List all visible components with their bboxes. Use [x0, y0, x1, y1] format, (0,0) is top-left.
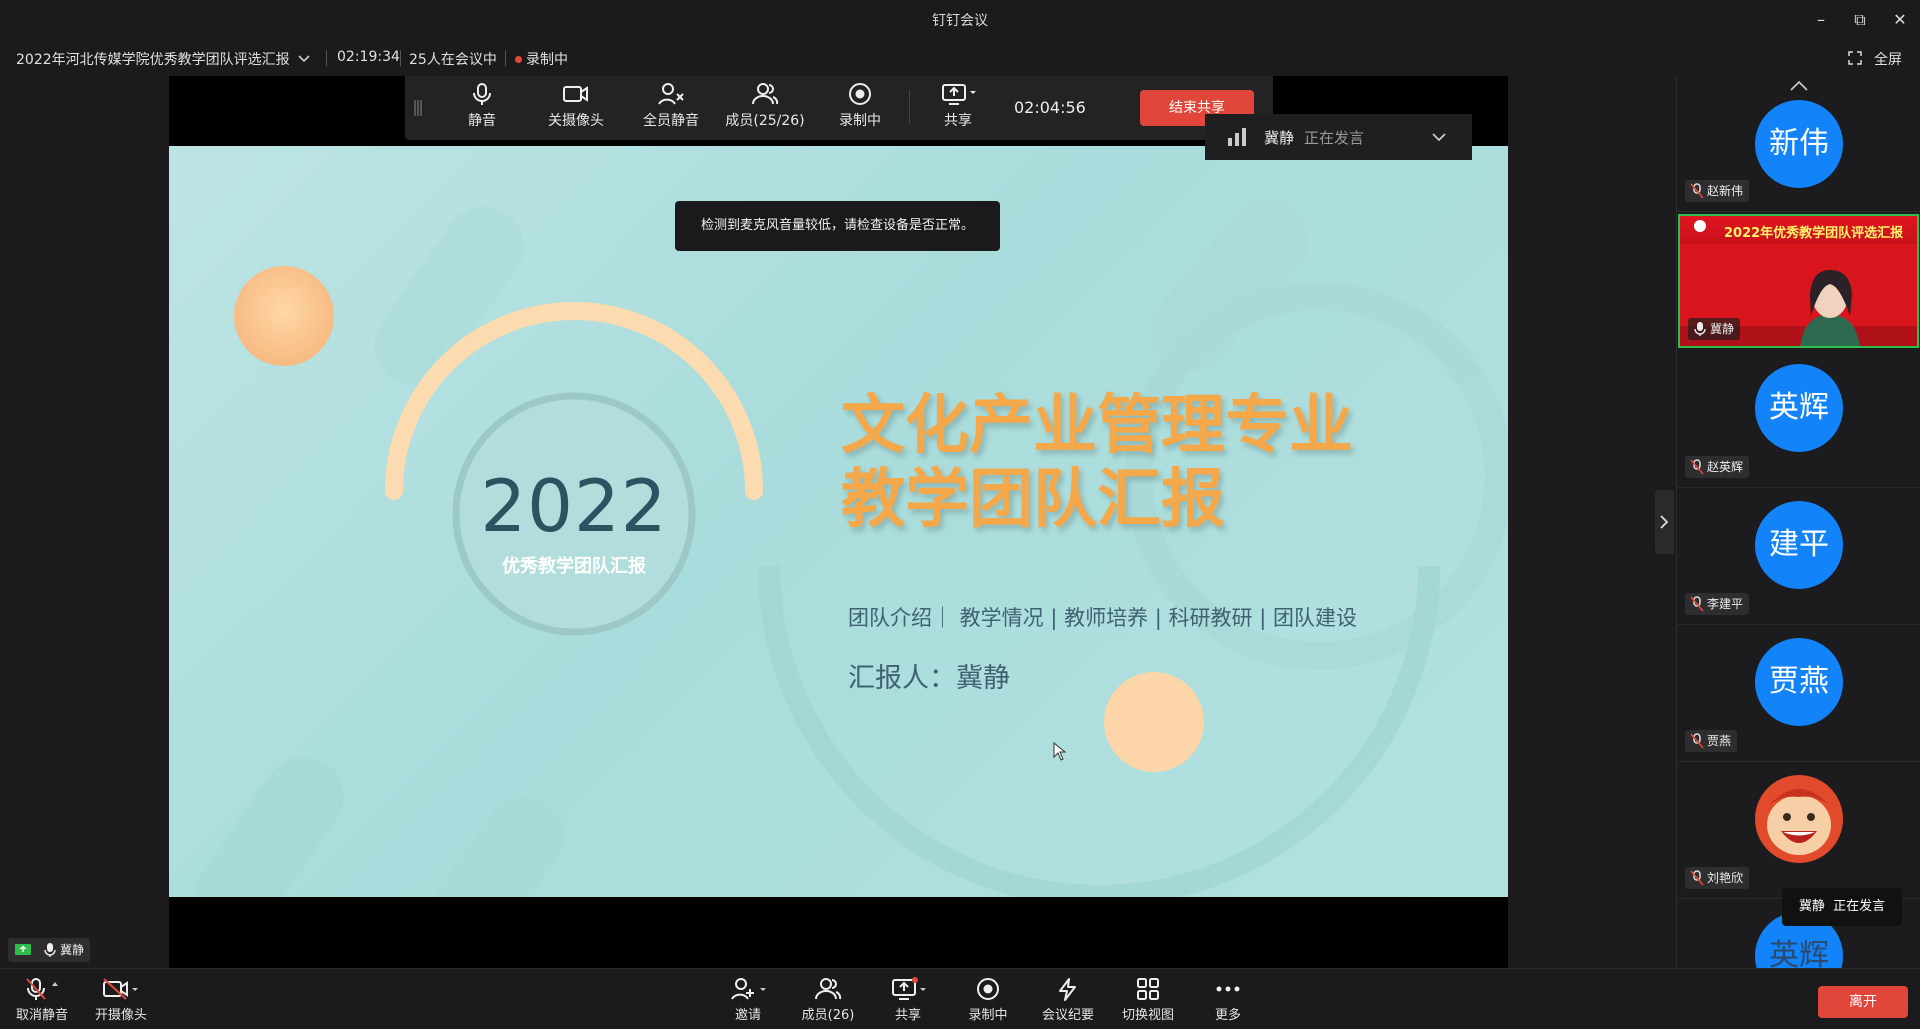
speaking-banner[interactable]: 冀静 正在发言 — [1205, 114, 1472, 160]
chevron-down-icon[interactable] — [297, 54, 311, 64]
mic-muted-icon — [1690, 183, 1704, 199]
mute-button[interactable]: 静音 — [442, 82, 522, 130]
share-timer: 02:04:56 — [1014, 98, 1086, 117]
more-icon — [1216, 986, 1240, 992]
meeting-name[interactable]: 2022年河北传媒学院优秀教学团队评选汇报 — [16, 49, 290, 69]
participant-name: 赵英辉 — [1685, 456, 1750, 478]
mic-volume-tooltip: 检测到麦克风音量较低，请检查设备是否正常。 — [675, 201, 1000, 251]
participant-name: 贾燕 — [1685, 730, 1738, 752]
members-icon — [815, 978, 842, 1000]
members-button[interactable]: 成员(26) — [788, 977, 868, 1023]
speaking-popup: 冀静 正在发言 — [1782, 888, 1902, 926]
participant-video-tile[interactable]: 2022年优秀教学团队评选汇报 冀静 — [1678, 214, 1919, 348]
record-icon — [849, 83, 871, 105]
meeting-info-bar: 2022年河北传媒学院优秀教学团队评选汇报 02:19:34 25人在会议中 录… — [0, 40, 1920, 76]
restore-button[interactable]: ⧉ — [1847, 8, 1873, 32]
avatar: 建平 — [1755, 501, 1843, 589]
avatar: 英辉 — [1755, 364, 1843, 452]
self-view-tag: 冀静 — [8, 938, 91, 962]
avatar: 贾燕 — [1755, 638, 1843, 726]
mute-all-button[interactable]: 全员静音 — [631, 82, 711, 130]
participant-tile[interactable]: 英辉 赵英辉 — [1677, 352, 1920, 488]
share-screen-icon — [942, 84, 976, 105]
bottom-toolbar: 取消静音 开摄像头 邀请 成员(26) 共享 录制中 会议纪要 切换视图 更多 — [0, 968, 1920, 1029]
cartoon-avatar — [1755, 775, 1843, 863]
microphone-icon — [473, 83, 491, 105]
minimize-button[interactable]: – — [1808, 8, 1834, 32]
camera-off-button[interactable]: 关摄像头 — [536, 82, 616, 130]
screen-share-icon — [15, 944, 31, 955]
mic-muted-icon — [26, 978, 58, 1000]
school-logo-icon — [1694, 220, 1706, 232]
members-button[interactable]: 成员(25/26) — [725, 82, 805, 130]
invite-button[interactable]: 邀请 — [708, 977, 788, 1023]
speaker-status: 正在发言 — [1304, 129, 1365, 147]
participants-status: 25人在会议中 — [409, 52, 497, 68]
speaker-name: 冀静 — [1264, 129, 1295, 147]
slide-title-line2: 教学团队汇报 — [841, 463, 1225, 537]
invite-icon — [731, 978, 766, 1000]
elapsed-time: 02:19:34 — [337, 49, 400, 65]
grid-view-icon — [1137, 978, 1159, 1000]
fullscreen-icon[interactable] — [1848, 51, 1862, 65]
participant-name: 刘艳欣 — [1685, 867, 1750, 889]
volume-bars-icon — [1228, 128, 1246, 146]
recording-button[interactable]: 录制中 — [948, 977, 1028, 1023]
title-bar: 钉钉会议 – ⧉ ✕ — [0, 0, 1920, 40]
chevron-right-icon — [1660, 515, 1669, 529]
participant-name: 李建平 — [1685, 593, 1750, 615]
lightning-icon — [1059, 978, 1076, 1001]
camera-icon — [563, 86, 588, 102]
slide-year-subtitle: 优秀教学团队汇报 — [502, 556, 646, 577]
share-button[interactable]: 共享 — [918, 82, 998, 130]
fullscreen-button[interactable]: 全屏 — [1874, 49, 1902, 69]
mic-muted-icon — [1690, 596, 1704, 612]
participants-panel: 新伟 赵新伟 2022年优秀教学团队评选汇报 冀静 英辉 赵英辉 建平 李建平 … — [1676, 76, 1920, 968]
participant-tile[interactable]: 新伟 赵新伟 — [1677, 94, 1920, 212]
microphone-icon — [44, 943, 56, 957]
slide-year: 2022 — [480, 464, 668, 548]
slide-topics: 团队介绍｜ 教学情况 | 教师培养 | 科研教研 | 团队建设 — [848, 606, 1357, 630]
share-button[interactable]: 共享 — [868, 977, 948, 1023]
camera-off-icon — [103, 978, 138, 1000]
mic-muted-icon — [1690, 870, 1704, 886]
participant-name: 冀静 — [1688, 318, 1741, 340]
leave-button[interactable]: 离开 — [1818, 986, 1908, 1018]
shared-slide: 2022 优秀教学团队汇报 文化产业管理专业 教学团队汇报 团队介绍｜ 教学情况… — [169, 146, 1508, 897]
participant-tile[interactable]: 刘艳欣 — [1677, 763, 1920, 899]
members-icon — [752, 83, 779, 105]
recording-button[interactable]: 录制中 — [820, 82, 900, 130]
chevron-down-icon[interactable] — [1431, 132, 1447, 142]
collapse-panel-handle[interactable] — [1655, 490, 1674, 554]
drag-handle-icon[interactable] — [413, 100, 423, 116]
unmute-button[interactable]: 取消静音 — [2, 977, 82, 1023]
share-toolbar: 静音 关摄像头 全员静音 成员(25/26) 录制中 共享 02:04:56 结… — [405, 76, 1273, 140]
slide-presenter: 汇报人：冀静 — [848, 663, 1010, 694]
camera-on-button[interactable]: 开摄像头 — [81, 977, 161, 1023]
record-icon — [977, 978, 999, 1000]
microphone-icon — [1694, 322, 1706, 336]
chevron-up-icon[interactable] — [1789, 80, 1809, 92]
video-banner-title: 2022年优秀教学团队评选汇报 — [1724, 226, 1904, 241]
mic-muted-icon — [1690, 459, 1704, 475]
self-name: 冀静 — [60, 943, 85, 957]
participant-tile[interactable]: 贾燕 贾燕 — [1677, 626, 1920, 762]
switch-view-button[interactable]: 切换视图 — [1108, 977, 1188, 1023]
slide-background-art — [194, 200, 1508, 897]
participant-name: 赵新伟 — [1685, 180, 1750, 202]
close-button[interactable]: ✕ — [1887, 8, 1913, 32]
share-screen-icon — [892, 977, 926, 1000]
mic-muted-icon — [1690, 733, 1704, 749]
more-button[interactable]: 更多 — [1188, 977, 1268, 1023]
meeting-notes-button[interactable]: 会议纪要 — [1028, 977, 1108, 1023]
window-title: 钉钉会议 — [932, 13, 988, 29]
participant-tile[interactable]: 建平 李建平 — [1677, 489, 1920, 625]
mouse-cursor-icon — [1053, 742, 1067, 761]
record-dot-icon — [515, 56, 522, 63]
mute-all-icon — [658, 83, 684, 105]
recording-status: 录制中 — [515, 49, 568, 69]
avatar: 新伟 — [1755, 100, 1843, 188]
